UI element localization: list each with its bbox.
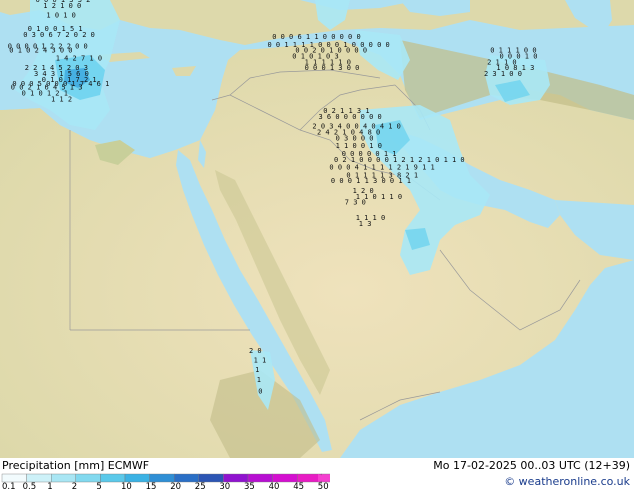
legend-label: 25 <box>195 482 206 490</box>
precip-value-row: 3 6 0 0 0 0 0 0 <box>319 113 382 121</box>
precip-value-row: 1 1 <box>254 357 267 365</box>
legend-swatch <box>149 473 175 483</box>
valid-time: Mo 17-02-2025 00..03 UTC (12+39) <box>433 459 630 472</box>
precip-value-row: 7 3 0 <box>345 199 366 207</box>
legend-label: 5 <box>96 482 101 490</box>
legend-label: 2 <box>72 482 77 490</box>
legend-swatch <box>124 473 150 483</box>
legend-label: 30 <box>219 482 230 490</box>
legend-label: 45 <box>293 482 304 490</box>
legend-swatch <box>26 473 52 483</box>
legend-swatch <box>223 473 249 483</box>
precip-value-row: 1 3 <box>359 220 372 228</box>
legend-swatch <box>247 473 273 483</box>
legend-swatch <box>198 473 224 483</box>
precip-value-row: 1 <box>257 376 261 384</box>
precip-value-row: 1 4 2 7 1 0 <box>56 54 102 62</box>
legend-label: 20 <box>170 482 181 490</box>
precip-value-row: 0 0 0 1 1 3 0 0 1 1 <box>331 177 411 185</box>
legend-label: 40 <box>269 482 280 490</box>
legend-swatch <box>100 473 126 483</box>
precip-value-row: 0 3 0 6 7 2 0 2 0 <box>23 31 95 39</box>
precip-value-row: 1 0 1 0 <box>46 12 76 20</box>
legend-label: 10 <box>121 482 132 490</box>
legend-swatch <box>173 473 199 483</box>
legend-label: 0.5 <box>23 482 37 490</box>
legend-label: 1 <box>47 482 52 490</box>
credit-link[interactable]: © weatheronline.co.uk <box>504 475 630 488</box>
precip-value-row: 1 1 2 <box>51 95 72 103</box>
legend-swatch <box>272 473 298 483</box>
precip-value-row: 0 <box>258 388 262 396</box>
precip-value-row: 2 3 1 0 0 <box>484 70 522 78</box>
legend-label: 35 <box>244 482 255 490</box>
precip-value-row: 0 3 0 0 0 <box>336 134 374 142</box>
precip-value-row: 1 <box>255 366 259 374</box>
map-title: Precipitation [mm] ECMWF <box>2 459 150 472</box>
legend-swatch <box>1 473 27 483</box>
precip-value-row: 2 0 <box>249 347 262 355</box>
legend-label: 0.1 <box>2 482 16 490</box>
precip-value-row: 0 2 1 0 0 0 0 1 2 1 2 1 0 1 1 0 <box>334 156 465 164</box>
precip-value-row: 0 0 0 1 3 0 0 <box>305 64 360 72</box>
precip-legend: 0.1 0.5 1 2 5 10 15 20 25 30 35 40 45 50 <box>1 473 330 490</box>
legend-swatch <box>75 473 101 483</box>
legend-label: 15 <box>146 482 157 490</box>
precip-value-row: 1 1 0 0 1 0 <box>336 142 382 150</box>
legend-label: 50 <box>318 482 329 490</box>
precip-value-row: 0 0 0 4 1 1 1 1 2 1 9 1 1 <box>329 164 434 172</box>
precip-value-row: 0 1 0 2 4 3 0 0 <box>9 47 72 55</box>
precip-value-row: 0 0 0 6 1 1 0 0 0 0 0 <box>272 33 361 41</box>
precip-value-row: 1 2 1 0 0 <box>43 2 81 10</box>
precipitation-map: 0 0 0 1 3 3 21 2 1 0 01 0 1 00 1 0 0 1 5… <box>0 0 634 458</box>
legend-swatch <box>51 473 77 483</box>
